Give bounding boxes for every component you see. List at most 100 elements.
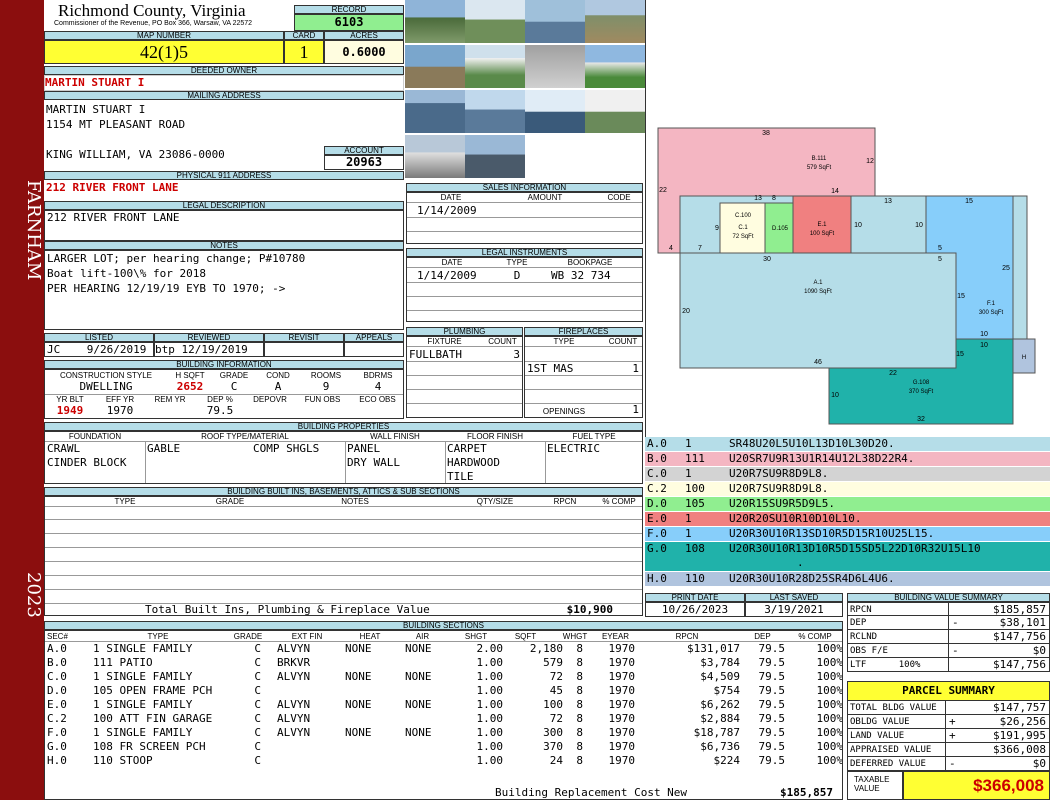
cond: A <box>274 380 282 393</box>
builtins-total: $10,900 <box>566 603 613 616</box>
value-amount: $38,101 <box>999 616 1046 629</box>
district-name: FARNHAM <box>23 180 44 281</box>
properties-table: FOUNDATION ROOF TYPE/MATERIAL WALL FINIS… <box>44 431 643 484</box>
openings-count: 1 <box>632 403 639 416</box>
parcel-row: APPRAISED VALUE $366,008 <box>847 743 1050 757</box>
parcel-label: OBLDG VALUE <box>850 717 910 727</box>
value-sign: - <box>952 616 959 629</box>
dim-label: 14 <box>831 188 839 195</box>
dim-label: 32 <box>917 416 925 423</box>
acres-label: ACRES <box>324 31 404 40</box>
builtins-table: TYPE GRADE NOTES QTY/SIZE RPCN % COMP To… <box>44 496 643 616</box>
property-photo[interactable] <box>405 45 465 88</box>
note-line: LARGER LOT; per hearing change; P#10780 <box>47 252 306 265</box>
plumbing-count-label: COUNT <box>488 337 517 346</box>
property-photo[interactable] <box>405 90 465 133</box>
section-cell: 300 <box>543 726 563 739</box>
physical-address-label: PHYSICAL 911 ADDRESS <box>44 171 404 180</box>
section-cell: A.0 <box>47 642 67 655</box>
property-photo[interactable] <box>405 135 465 178</box>
value-label: DEP <box>850 618 867 628</box>
legend-cell: D.0 <box>647 497 667 510</box>
section-cell: 100 <box>543 698 563 711</box>
section-cell: 72 <box>549 712 563 725</box>
dim-label: 15 <box>956 351 964 358</box>
section-cell: C <box>254 740 261 753</box>
sales-label: SALES INFORMATION <box>406 183 643 192</box>
fixture-count: 3 <box>513 348 520 361</box>
fireplaces-label: FIREPLACES <box>524 327 643 336</box>
area-label: A.1 <box>813 280 823 286</box>
property-photo[interactable] <box>465 45 525 88</box>
physical-address: 212 RIVER FRONT LANE <box>46 181 179 194</box>
reviewed-value: btp 12/19/2019 <box>154 342 264 357</box>
section-cell: 1.00 <box>476 712 504 725</box>
property-photo[interactable] <box>585 90 645 133</box>
property-photo[interactable] <box>465 0 525 43</box>
property-photo[interactable] <box>465 135 525 178</box>
account-label: ACCOUNT <box>324 146 404 155</box>
section-col-header: AIR <box>415 632 430 641</box>
tax-year: 2023 <box>23 572 44 618</box>
eco-obs-label: ECO OBS <box>359 395 396 404</box>
section-cell: C.0 <box>47 670 67 683</box>
value-sign: - <box>952 644 959 657</box>
dim-label: 12 <box>866 158 874 165</box>
section-cell: 8 <box>576 740 583 753</box>
section-cell: 1970 <box>608 740 636 753</box>
dim-label: 10 <box>980 331 988 338</box>
property-photo[interactable] <box>525 90 585 133</box>
sections-label: BUILDING SECTIONS <box>44 621 843 630</box>
floor-finish: HARDWOOD <box>447 456 500 469</box>
section-cell: E.0 <box>47 698 67 711</box>
property-photo[interactable] <box>585 0 645 43</box>
dim-label: 10 <box>831 392 839 399</box>
section-cell: ALVYN <box>277 698 311 711</box>
section-col-header: EYEAR <box>601 632 630 641</box>
parcel-label: TOTAL BLDG VALUE <box>850 703 937 713</box>
last-saved: 3/19/2021 <box>745 602 843 617</box>
section-cell: 45 <box>549 684 563 697</box>
section-cell: 100% <box>816 754 843 767</box>
property-photo[interactable] <box>405 0 465 43</box>
section-cell: H.0 <box>47 754 67 767</box>
property-photo[interactable] <box>525 45 585 88</box>
legend-row: G.0 108 U20R30U10R13D10R5D15SD5L22D10R32U1… <box>645 542 1050 572</box>
property-photo[interactable] <box>585 45 645 88</box>
legend-cell: U20R20SU10R10D10L10. <box>729 512 862 525</box>
dim-label: 5 <box>938 245 942 252</box>
parcel-label: APPRAISED VALUE <box>850 745 932 755</box>
property-photo[interactable] <box>525 0 585 43</box>
section-cell: 79.5 <box>758 656 786 669</box>
sale-date: 1/14/2009 <box>417 204 477 217</box>
section-cell: 1970 <box>608 656 636 669</box>
dim-label: 13 <box>884 198 892 205</box>
section-cell: 8 <box>576 684 583 697</box>
legend-cell: 111 <box>685 452 705 465</box>
section-cell: C <box>254 754 261 767</box>
dim-label: 22 <box>889 370 897 377</box>
depovr-label: DEPOVR <box>253 395 287 404</box>
section-cell: ALVYN <box>277 642 311 655</box>
section-cell: 100% <box>816 712 843 725</box>
section-cell: C.2 <box>47 712 67 725</box>
floor-finish-label: FLOOR FINISH <box>466 432 523 441</box>
legend-cell: H.0 <box>647 572 667 585</box>
area-sqft: 300 SqFt <box>979 310 1004 316</box>
commissioner-line: Commissioner of the Revenue, PO Box 366,… <box>54 20 253 27</box>
section-cell: 1.00 <box>476 740 504 753</box>
building-sketch[interactable]: B.111 579 SqFt C.100 C.1 72 SqFt D.105 E… <box>645 0 1050 437</box>
bi-comp-label: % COMP <box>602 497 636 506</box>
property-photo[interactable] <box>465 90 525 133</box>
section-cell: 100% <box>816 642 843 655</box>
area-sqft: 579 SqFt <box>807 165 832 171</box>
section-cell: $4,509 <box>700 670 740 683</box>
parcel-sign: - <box>949 757 956 770</box>
instruments-label: LEGAL INSTRUMENTS <box>406 248 643 257</box>
legend-cell: U20R15SU9R5D9L5. <box>729 497 835 510</box>
section-cell: NONE <box>405 726 432 739</box>
legend-row: D.0 105 U20R15SU9R5D9L5. <box>645 497 1050 512</box>
section-cell: 2.00 <box>476 642 504 655</box>
section-cell: 79.5 <box>758 712 786 725</box>
section-cell: 1.00 <box>476 726 504 739</box>
